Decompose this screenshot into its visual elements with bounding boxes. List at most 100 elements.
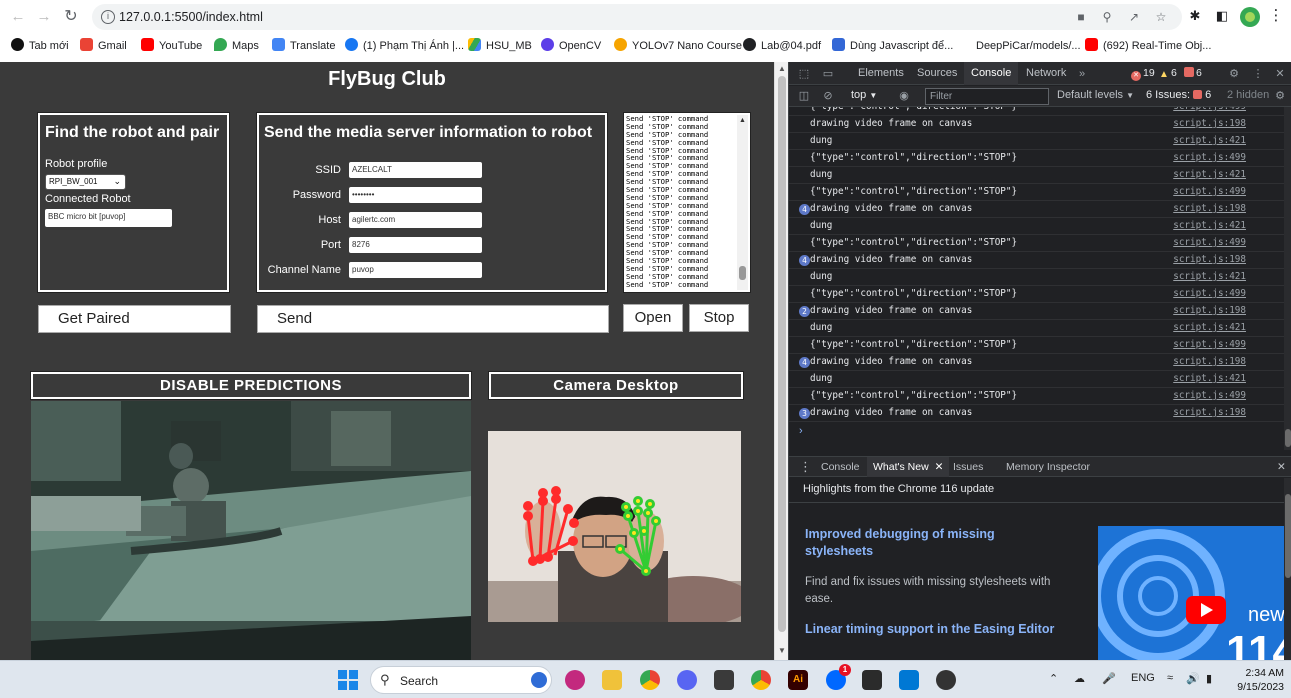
- extensions-icon[interactable]: ✱: [1187, 8, 1203, 24]
- bookmark-item[interactable]: DeepPiCar/models/...: [976, 38, 1081, 54]
- scroll-down-icon[interactable]: ▼: [778, 646, 786, 655]
- bookmark-item[interactable]: Gmail: [80, 38, 127, 54]
- vscode-icon[interactable]: [899, 670, 919, 690]
- whats-new-video[interactable]: new 114: [1098, 526, 1284, 660]
- console-row[interactable]: dung script.js:421: [789, 133, 1284, 150]
- scroll-thumb[interactable]: [778, 76, 786, 632]
- error-count-badge[interactable]: ✕ 19: [1131, 67, 1155, 81]
- ssid-input[interactable]: AZELCALT: [349, 162, 482, 178]
- side-panel-icon[interactable]: ◧: [1214, 8, 1230, 24]
- channel-name-input[interactable]: puvop: [349, 262, 482, 278]
- issues-count-badge[interactable]: 6: [1184, 67, 1202, 80]
- page-scrollbar[interactable]: ▲ ▼: [774, 62, 788, 660]
- source-link[interactable]: script.js:421: [1173, 322, 1246, 333]
- disable-predictions-button[interactable]: DISABLE PREDICTIONS: [30, 371, 472, 400]
- taskbar-search[interactable]: ⚲ Search: [370, 666, 552, 694]
- log-scrollbar[interactable]: ▲: [737, 115, 748, 290]
- chrome-icon[interactable]: [751, 670, 771, 690]
- reload-button[interactable]: ↻: [61, 7, 81, 27]
- windows-start-icon[interactable]: [338, 670, 358, 690]
- drawer-tab-whats-new[interactable]: What's New ✕: [867, 457, 950, 477]
- console-row[interactable]: 4 drawing video frame on canvas script.js:…: [789, 252, 1284, 269]
- source-link[interactable]: script.js:499: [1173, 390, 1246, 401]
- tab-sources[interactable]: Sources: [917, 62, 957, 85]
- battery-icon[interactable]: ▮: [1206, 672, 1212, 685]
- close-devtools-icon[interactable]: ✕: [1273, 67, 1287, 81]
- stop-button[interactable]: Stop: [689, 304, 749, 332]
- filter-input[interactable]: Filter: [925, 88, 1049, 105]
- console-row[interactable]: dung script.js:421: [789, 320, 1284, 337]
- console-row[interactable]: {"type":"control","direction":"STOP"} scr…: [789, 107, 1284, 116]
- file-explorer-icon[interactable]: [602, 670, 622, 690]
- context-select[interactable]: top ▼: [851, 85, 877, 106]
- default-levels-select[interactable]: Default levels ▼: [1057, 85, 1134, 106]
- command-log[interactable]: Send 'STOP' command Send 'STOP' command Se…: [623, 112, 751, 293]
- issues-link[interactable]: 6 Issues: 6: [1146, 85, 1211, 106]
- console-row[interactable]: dung script.js:421: [789, 371, 1284, 388]
- close-tab-icon[interactable]: ✕: [935, 461, 944, 473]
- bookmark-item[interactable]: Dùng Javascript để...: [832, 38, 953, 54]
- language-indicator[interactable]: ENG: [1131, 672, 1155, 684]
- cmd-icon[interactable]: [862, 670, 882, 690]
- settings-gear-icon[interactable]: ⚙: [1227, 67, 1241, 81]
- whats-new-link-stylesheets[interactable]: Improved debugging of missing stylesheet…: [805, 526, 1055, 560]
- profile-avatar[interactable]: [1240, 7, 1260, 27]
- bookmark-item[interactable]: Maps: [214, 38, 259, 54]
- zoom-icon[interactable]: ⚲: [1100, 10, 1114, 24]
- console-row[interactable]: drawing video frame on canvas script.js:1…: [789, 116, 1284, 133]
- sidebar-toggle-icon[interactable]: ◫: [797, 89, 811, 103]
- camera-icon[interactable]: ■: [1074, 10, 1088, 24]
- share-icon[interactable]: ↗: [1127, 10, 1141, 24]
- source-link[interactable]: script.js:198: [1173, 407, 1246, 418]
- console-row[interactable]: 3 drawing video frame on canvas script.js:…: [789, 405, 1284, 422]
- bookmark-item[interactable]: Lab@04.pdf: [743, 38, 821, 54]
- source-link[interactable]: script.js:198: [1173, 203, 1246, 214]
- drawer-tab-issues[interactable]: Issues: [953, 457, 983, 477]
- bookmark-item[interactable]: (692) Real-Time Obj...: [1085, 38, 1211, 54]
- tab-network[interactable]: Network: [1026, 62, 1066, 85]
- console-row[interactable]: {"type":"control","direction":"STOP"} scr…: [789, 184, 1284, 201]
- source-link[interactable]: script.js:499: [1173, 237, 1246, 248]
- bookmark-item[interactable]: YouTube: [141, 38, 202, 54]
- scroll-up-icon[interactable]: ▲: [739, 117, 746, 124]
- eye-icon[interactable]: ◉: [897, 89, 911, 103]
- bookmark-item[interactable]: YOLOv7 Nano Course: [614, 38, 742, 54]
- source-link[interactable]: script.js:499: [1173, 288, 1246, 299]
- volume-icon[interactable]: 🔊: [1186, 672, 1200, 685]
- console-row[interactable]: dung script.js:421: [789, 218, 1284, 235]
- bookmark-item[interactable]: Tab mới: [11, 38, 69, 54]
- console-row[interactable]: 2 drawing video frame on canvas script.js:…: [789, 303, 1284, 320]
- close-drawer-icon[interactable]: ✕: [1277, 457, 1286, 477]
- wifi-icon[interactable]: ≈: [1167, 672, 1173, 684]
- inspect-element-icon[interactable]: ⬚: [797, 67, 811, 81]
- microphone-icon[interactable]: 🎤: [1102, 672, 1116, 685]
- scroll-thumb[interactable]: [739, 266, 746, 280]
- source-link[interactable]: script.js:499: [1173, 339, 1246, 350]
- source-link[interactable]: script.js:421: [1173, 169, 1246, 180]
- source-link[interactable]: script.js:499: [1173, 107, 1246, 112]
- clock[interactable]: 2:34 AM 9/15/2023: [1230, 666, 1284, 694]
- source-link[interactable]: script.js:198: [1173, 305, 1246, 316]
- clear-console-icon[interactable]: ⊘: [821, 89, 835, 103]
- source-link[interactable]: script.js:198: [1173, 118, 1246, 129]
- console-row[interactable]: {"type":"control","direction":"STOP"} scr…: [789, 388, 1284, 405]
- robot-profile-select[interactable]: RPI_BW_001 ⌄: [45, 174, 126, 190]
- obs-icon[interactable]: [936, 670, 956, 690]
- get-paired-button[interactable]: Get Paired: [38, 305, 231, 333]
- menu-icon[interactable]: ⋮: [1268, 8, 1284, 24]
- console-settings-icon[interactable]: ⚙: [1273, 89, 1287, 103]
- console-row[interactable]: {"type":"control","direction":"STOP"} scr…: [789, 337, 1284, 354]
- bookmark-item[interactable]: HSU_MB: [468, 38, 532, 54]
- console-row[interactable]: {"type":"control","direction":"STOP"} scr…: [789, 150, 1284, 167]
- source-link[interactable]: script.js:499: [1173, 152, 1246, 163]
- source-link[interactable]: script.js:499: [1173, 186, 1246, 197]
- source-link[interactable]: script.js:198: [1173, 254, 1246, 265]
- console-row[interactable]: {"type":"control","direction":"STOP"} scr…: [789, 235, 1284, 252]
- open-button[interactable]: Open: [623, 304, 683, 332]
- illustrator-icon[interactable]: Ai: [788, 670, 808, 690]
- console-log[interactable]: {"type":"control","direction":"STOP"} scr…: [789, 107, 1284, 450]
- connected-robot-field[interactable]: BBC micro bit [puvop]: [45, 209, 172, 227]
- password-input[interactable]: ••••••••: [349, 187, 482, 203]
- source-link[interactable]: script.js:421: [1173, 373, 1246, 384]
- bookmark-item[interactable]: OpenCV: [541, 38, 601, 54]
